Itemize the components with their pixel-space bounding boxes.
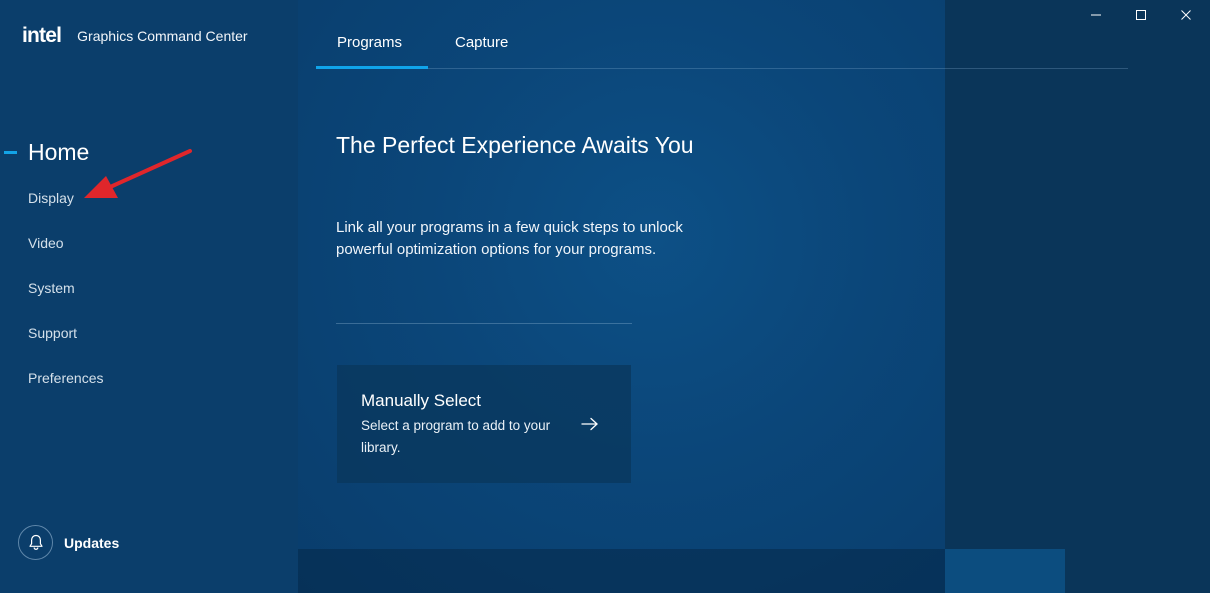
updates-button[interactable]: Updates — [18, 525, 119, 560]
page-headline: The Perfect Experience Awaits You — [336, 132, 694, 158]
app-title: Graphics Command Center — [77, 28, 248, 44]
right-background-panel — [945, 0, 1210, 593]
minimize-icon — [1091, 14, 1101, 16]
content-divider — [336, 323, 632, 324]
active-nav-indicator — [4, 151, 17, 154]
minimize-button[interactable] — [1074, 0, 1118, 30]
bell-icon — [18, 525, 53, 560]
sidebar-item-video[interactable]: Video — [28, 235, 64, 251]
maximize-icon — [1136, 10, 1146, 20]
sidebar-item-system[interactable]: System — [28, 280, 75, 296]
close-button[interactable] — [1164, 0, 1208, 30]
sidebar: intel Graphics Command Center Home Displ… — [0, 0, 298, 593]
sidebar-item-support[interactable]: Support — [28, 325, 77, 341]
tab-programs[interactable]: Programs — [337, 34, 402, 51]
tabs-divider — [316, 68, 1128, 69]
red-pointer-arrow — [84, 149, 192, 198]
main-background — [298, 0, 945, 593]
tab-capture[interactable]: Capture — [455, 34, 508, 51]
brand: intel Graphics Command Center — [22, 24, 248, 48]
manually-select-card[interactable]: Manually Select Select a program to add … — [337, 365, 631, 483]
intel-logo: intel — [22, 24, 62, 47]
updates-label: Updates — [64, 534, 120, 551]
selected-tab-indicator — [316, 66, 428, 69]
sidebar-item-display[interactable]: Display — [28, 190, 74, 206]
sidebar-item-preferences[interactable]: Preferences — [28, 370, 103, 386]
maximize-button[interactable] — [1119, 0, 1163, 30]
close-icon — [1181, 10, 1191, 20]
card-title: Manually Select — [361, 391, 482, 410]
page-description: Link all your programs in a few quick st… — [336, 219, 683, 258]
arrow-right-icon — [581, 417, 598, 431]
background-tile — [945, 549, 1065, 593]
card-description: Select a program to add to your library. — [361, 418, 551, 455]
app-window: intel Graphics Command Center Home Displ… — [0, 0, 1210, 593]
